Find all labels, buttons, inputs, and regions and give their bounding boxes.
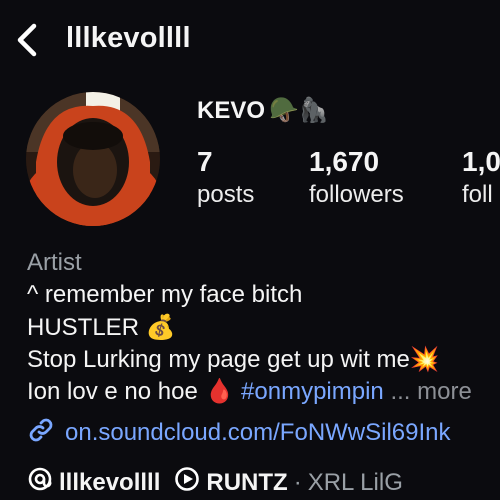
bio-line-4-text: Ion lov e no hoe 🩸 [27,378,235,405]
stat-posts-value: 7 [197,146,213,177]
music-title: RUNTZ [206,468,288,496]
profile-link[interactable]: on.soundcloud.com/FoNWwSil69Ink [27,416,451,449]
display-name-emojis: 🪖🦍 [269,97,329,124]
stat-following-value: 1,0 [462,146,500,177]
threads-handle: lllkevollll [59,468,161,496]
profile-badges: lllkevollll RUNTZ · XRL LilG [27,466,403,499]
profile-avatar[interactable] [26,92,160,226]
bio-line-3: Stop Lurking my page get up wit me💥 [27,346,440,373]
bio-line-1: ^ remember my face bitch [27,281,303,308]
stat-followers[interactable]: 1,670 followers [309,146,404,212]
avatar-photo [26,92,160,226]
bio-line-2: HUSTLER 💰 [27,314,176,341]
play-icon [174,466,200,499]
profile-category: Artist [27,249,82,276]
music-separator: · [293,468,302,496]
stat-posts-label: posts [197,181,255,208]
stat-following[interactable]: 1,0 foll [462,146,500,212]
music-artist: XRL LilG [307,468,403,496]
threads-icon [27,466,53,499]
display-name-text: KEVO [197,96,266,124]
link-text[interactable]: on.soundcloud.com/FoNWwSil69Ink [65,419,451,447]
stat-following-label: foll [462,181,493,208]
profile-header: lllkevollll [0,0,500,80]
threads-badge[interactable]: lllkevollll [27,466,160,499]
stat-followers-value: 1,670 [309,146,380,177]
stat-posts[interactable]: 7 posts [197,146,254,212]
back-arrow-icon[interactable] [12,20,44,60]
display-name: KEVO 🪖🦍 [197,96,329,125]
bio-hashtag[interactable]: #onmypimpin [241,378,384,405]
bio-line-4: Ion lov e no hoe 🩸 #onmypimpin ... more [27,377,472,406]
link-icon [27,416,55,449]
music-badge[interactable]: RUNTZ · XRL LilG [174,466,403,499]
bio-more-button[interactable]: ... more [390,378,471,405]
stat-followers-label: followers [309,181,404,208]
username-title: lllkevollll [66,22,191,54]
